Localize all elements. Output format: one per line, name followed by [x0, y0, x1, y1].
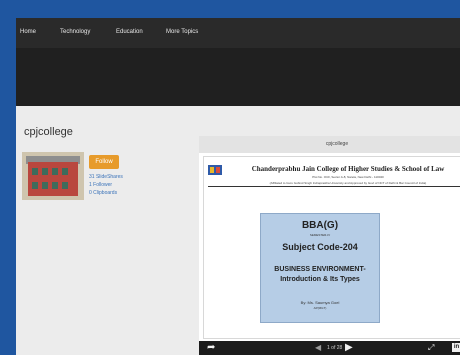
building-image: [28, 162, 78, 196]
topic-line-1: BUSINESS ENVIRONMENT-: [274, 266, 366, 273]
slide[interactable]: Chanderprabhu Jain College of Higher Stu…: [203, 156, 473, 339]
prev-icon[interactable]: ◀: [315, 343, 321, 352]
college-address: Plot No. OCF, Sector A-8, Narela, New De…: [312, 175, 384, 179]
clipboards-link[interactable]: 0 Clipboards: [89, 190, 117, 196]
followers-link[interactable]: 1 Follower: [89, 182, 112, 188]
subject-code: Subject Code-204: [282, 242, 358, 252]
college-name: Chanderprabhu Jain College of Higher Stu…: [251, 165, 445, 173]
author-name: By: Ms. Saumya Goel: [300, 300, 340, 305]
nav-more-topics[interactable]: More Topics: [166, 29, 198, 35]
share-icon[interactable]: ➦: [207, 342, 215, 353]
viewer-title: cpjcollege: [199, 136, 475, 153]
semester-label: SEMESTER-IV: [309, 233, 331, 237]
divider: [208, 186, 470, 187]
browser-window: Home Technology Education More Topics cp…: [16, 18, 475, 355]
topic-line-2: Introduction & Its Types: [280, 276, 360, 283]
slideshares-link[interactable]: 31 SlideShares: [89, 174, 123, 180]
slide-viewer: cpjcollege Chanderprabhu Jain College of…: [199, 136, 475, 355]
page-content: cpjcollege Follow 31 SlideShares 1 Follo…: [16, 106, 475, 355]
avatar[interactable]: [22, 152, 84, 200]
viewer-controls: ➦ ◀ 1 of 28 ▶ ⤢ in: [199, 341, 475, 355]
expand-icon[interactable]: ⤢: [428, 343, 434, 353]
page-indicator: 1 of 28: [327, 345, 343, 351]
profile-name[interactable]: cpjcollege: [24, 126, 73, 138]
author-role: AP(MGT): [313, 306, 327, 310]
next-icon[interactable]: ▶: [345, 342, 353, 353]
nav-education[interactable]: Education: [116, 29, 143, 35]
college-affiliation: (Affiliated to Guru Gobind Singh Indrapr…: [269, 181, 427, 185]
nav-home[interactable]: Home: [20, 29, 36, 35]
nav-technology[interactable]: Technology: [60, 29, 90, 35]
top-navigation: Home Technology Education More Topics: [16, 18, 475, 48]
course-title: BBA(G): [301, 220, 339, 231]
header-band: [16, 48, 475, 106]
follow-button[interactable]: Follow: [89, 155, 119, 169]
slide-content-box: BBA(G) SEMESTER-IV Subject Code-204 BUSI…: [260, 213, 380, 323]
college-logo: [208, 165, 222, 175]
right-panel: [460, 0, 475, 355]
